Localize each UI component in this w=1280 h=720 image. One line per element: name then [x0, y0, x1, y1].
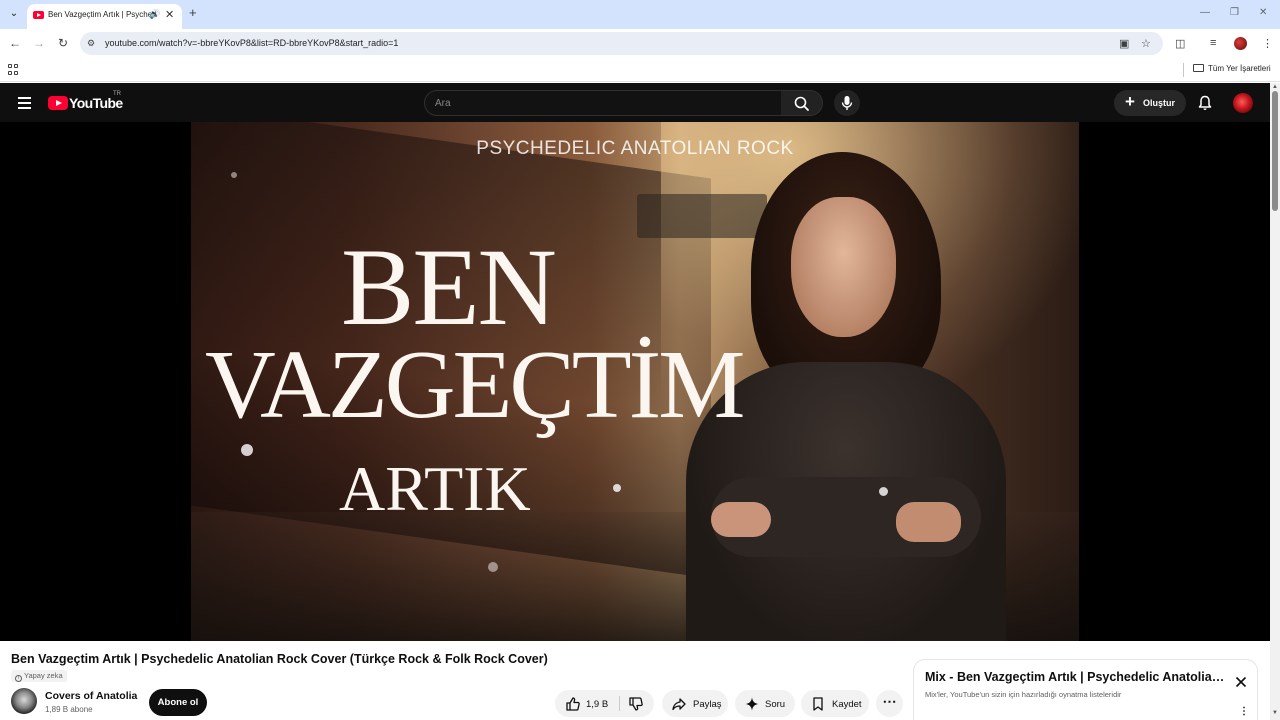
all-bookmarks-folder[interactable]: Tüm Yer İşaretleri	[1193, 64, 1271, 73]
thumbnail-title-line-1: BEN	[341, 226, 557, 348]
minimize-icon[interactable]: —	[1200, 7, 1210, 18]
tab-close-icon[interactable]: ✕	[165, 8, 174, 21]
bookmarks-divider	[1183, 63, 1184, 77]
like-count: 1,9 B	[586, 699, 609, 710]
bokeh-light	[879, 487, 888, 496]
restore-icon[interactable]: ❐	[1230, 7, 1239, 18]
address-bar[interactable]: ⚙ youtube.com/watch?v=-bbreYKovP8&list=R…	[80, 32, 1163, 55]
search-icon	[794, 96, 809, 111]
install-app-icon[interactable]: ▣	[1119, 37, 1129, 50]
channel-avatar[interactable]	[11, 688, 37, 714]
mix-playlist-panel: Mix - Ben Vazgeçtim Artık | Psychedelic …	[913, 659, 1258, 720]
browser-toolbar: ← → ↻ ⚙ youtube.com/watch?v=-bbreYKovP8&…	[0, 29, 1280, 58]
all-bookmarks-label: Tüm Yer İşaretleri	[1208, 64, 1271, 73]
youtube-play-logo-icon	[48, 96, 68, 110]
scroll-down-arrow-icon[interactable]: ▼	[1272, 710, 1278, 716]
channel-name[interactable]: Covers of Anatolia	[45, 690, 137, 702]
thumbs-up-icon	[566, 697, 580, 711]
sparkle-icon	[744, 696, 760, 712]
profile-avatar[interactable]	[1234, 37, 1247, 50]
microphone-icon	[841, 96, 853, 110]
like-button[interactable]	[565, 696, 581, 712]
video-frame[interactable]: PSYCHEDELIC ANATOLIAN ROCK BEN VAZGEÇTİM…	[191, 122, 1079, 641]
dislike-button[interactable]	[628, 696, 644, 712]
mix-title[interactable]: Mix - Ben Vazgeçtim Artık | Psychedelic …	[925, 670, 1225, 684]
ai-badge[interactable]: i Yapay zeka	[11, 670, 67, 682]
save-button[interactable]: Kaydet	[801, 690, 869, 717]
youtube-wordmark: YouTube	[69, 95, 123, 111]
media-controls-icon[interactable]: ≡	[1210, 37, 1216, 49]
woman-face	[791, 197, 896, 337]
extensions-icon[interactable]: ◫	[1175, 37, 1185, 50]
scrollbar-thumb[interactable]	[1272, 91, 1278, 211]
thumbnail-title-line-3: ARTIK	[339, 453, 531, 524]
country-code: TR	[113, 91, 121, 97]
save-label: Kaydet	[832, 699, 862, 710]
window-close-icon[interactable]: ✕	[1259, 7, 1267, 18]
mix-subtitle: Mix'ler, YouTube'un sizin için hazırladı…	[925, 690, 1122, 699]
video-title: Ben Vazgeçtim Artık | Psychedelic Anatol…	[11, 652, 548, 666]
more-actions-button[interactable]: ⋯	[876, 690, 903, 717]
video-player[interactable]: PSYCHEDELIC ANATOLIAN ROCK BEN VAZGEÇTİM…	[0, 122, 1270, 641]
new-tab-button[interactable]: +	[189, 6, 197, 20]
notifications-bell-icon[interactable]	[1197, 95, 1213, 111]
bookmark-star-icon[interactable]: ☆	[1141, 37, 1151, 50]
thumbnail-top-caption: PSYCHEDELIC ANATOLIAN ROCK	[476, 138, 794, 159]
back-arrow-icon[interactable]: ←	[9, 36, 21, 50]
create-button[interactable]: + Oluştur	[1114, 90, 1186, 116]
ask-label: Soru	[765, 699, 786, 710]
tab-search-chevron-icon[interactable]: ⌄	[6, 6, 22, 22]
forward-arrow-icon[interactable]: →	[33, 36, 45, 50]
account-avatar[interactable]	[1233, 93, 1253, 113]
subscriber-count: 1,89 B abone	[45, 705, 93, 714]
url-text[interactable]: youtube.com/watch?v=-bbreYKovP8&list=RD-…	[105, 38, 398, 48]
mix-more-vertical-icon[interactable]: ⋮	[1239, 707, 1249, 717]
youtube-favicon-icon	[33, 11, 44, 19]
scroll-up-arrow-icon[interactable]: ▲	[1272, 84, 1278, 90]
bokeh-light	[488, 562, 498, 572]
plus-icon: +	[1125, 92, 1135, 111]
youtube-masthead: YouTube TR + Oluştur	[0, 83, 1270, 122]
bokeh-light	[241, 444, 253, 456]
create-label: Oluştur	[1143, 98, 1176, 108]
search-button[interactable]	[781, 90, 823, 116]
chrome-menu-icon[interactable]: ⋮	[1262, 37, 1273, 50]
apps-grid-icon[interactable]	[8, 64, 19, 75]
like-divider	[619, 696, 620, 711]
subscribe-button[interactable]: Abone ol	[149, 689, 207, 716]
more-horizontal-icon: ⋯	[882, 693, 897, 709]
thumbnail-title-line-2: VAZGEÇTİM	[205, 331, 745, 439]
tab-title: Ben Vazgeçtim Artık | Psychedelic Anatol…	[48, 10, 156, 19]
like-dislike-group: 1,9 B	[555, 690, 654, 717]
bookmark-icon	[810, 696, 826, 712]
site-info-icon[interactable]: ⚙	[87, 38, 99, 49]
share-label: Paylaş	[693, 699, 722, 710]
close-icon[interactable]	[1233, 674, 1249, 690]
share-arrow-icon	[671, 696, 687, 712]
ai-badge-label: Yapay zeka	[24, 671, 63, 680]
search-input[interactable]	[435, 96, 765, 111]
bokeh-light	[613, 484, 621, 492]
hamburger-menu-icon[interactable]	[18, 97, 31, 109]
search-box[interactable]	[424, 90, 782, 116]
speaker-icon[interactable]: 🔊	[149, 9, 160, 20]
ask-button[interactable]: Soru	[735, 690, 795, 717]
page-scrollbar[interactable]: ▲ ▼	[1270, 83, 1280, 720]
browser-tab-active[interactable]: Ben Vazgeçtim Artık | Psychedelic Anatol…	[27, 4, 182, 29]
bookmarks-bar: Tüm Yer İşaretleri	[0, 58, 1280, 82]
right-hand	[896, 502, 961, 542]
folder-icon	[1193, 64, 1204, 72]
voice-search-button[interactable]	[834, 90, 860, 116]
left-hand	[711, 502, 771, 537]
reload-icon[interactable]: ↻	[58, 36, 68, 50]
thumbs-down-icon	[629, 697, 643, 711]
info-icon: i	[15, 675, 22, 682]
browser-tab-strip: ⌄ Ben Vazgeçtim Artık | Psychedelic Anat…	[0, 0, 1280, 29]
share-button[interactable]: Paylaş	[662, 690, 728, 717]
bokeh-light	[231, 172, 237, 178]
